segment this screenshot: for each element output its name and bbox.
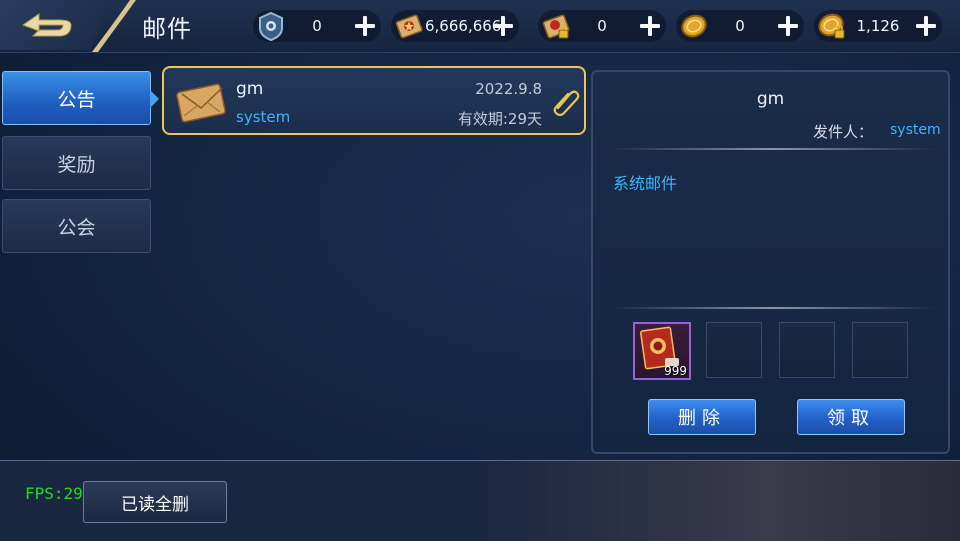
attachment-slot-empty: [779, 322, 835, 378]
resource-value: 1,126: [856, 17, 900, 35]
attachment-slot[interactable]: 999: [633, 322, 691, 380]
resource-value: 0: [312, 17, 322, 35]
back-arrow-icon: [21, 13, 72, 37]
top-bar: 邮件 0 6,666,666 0 0 1,126: [0, 0, 960, 53]
add-resource-button[interactable]: [638, 14, 662, 38]
resource-value: 0: [735, 17, 745, 35]
envelope-icon: [176, 83, 226, 123]
detail-sender-label: 发件人：: [813, 123, 874, 141]
mail-expiry: 有效期:29天: [457, 110, 542, 128]
tab-rewards[interactable]: 奖励: [2, 136, 151, 190]
delete-all-read-button[interactable]: 已读全删: [83, 481, 227, 523]
add-resource-button[interactable]: [776, 14, 800, 38]
delete-button[interactable]: 删除: [648, 399, 756, 435]
mail-detail-panel: gm 发件人： system 系统邮件 999 删除 领取: [591, 70, 950, 454]
add-resource-button[interactable]: [914, 14, 938, 38]
add-resource-button[interactable]: [491, 14, 515, 38]
resource-value: 6,666,666: [425, 17, 502, 35]
active-tab-indicator: [150, 90, 159, 108]
fps-counter: FPS:29: [25, 484, 83, 503]
mail-title: gm: [236, 79, 264, 99]
header-divider-stroke: [92, 0, 136, 52]
paperclip-icon: [553, 90, 580, 116]
resource-badge-token: 0: [253, 10, 381, 42]
divider: [611, 307, 936, 309]
attachment-count: 999: [664, 364, 687, 378]
page-title: 邮件: [142, 15, 192, 43]
red-scroll-icon: [395, 14, 423, 39]
detail-body: 系统邮件: [613, 174, 678, 193]
mail-sender: system: [236, 108, 291, 126]
claim-button[interactable]: 领取: [797, 399, 905, 435]
detail-title: gm: [756, 89, 785, 109]
resource-locked-scroll: 0: [538, 10, 666, 42]
attachment-slot-empty: [852, 322, 908, 378]
mail-list-item[interactable]: gm system 2022.9.8 有效期:29天: [162, 66, 586, 135]
detail-sender-value: system: [890, 122, 941, 138]
tab-guild[interactable]: 公会: [2, 199, 151, 253]
attachment-slot-empty: [706, 322, 762, 378]
resource-value: 0: [597, 17, 607, 35]
tab-announcement[interactable]: 公告: [2, 71, 151, 125]
resource-red-scroll: 6,666,666: [391, 10, 519, 42]
mail-date: 2022.9.8: [475, 80, 542, 98]
resource-locked-gold-coin: 1,126: [814, 10, 942, 42]
add-resource-button[interactable]: [353, 14, 377, 38]
divider: [611, 148, 936, 150]
resource-gold-coin: 0: [676, 10, 804, 42]
